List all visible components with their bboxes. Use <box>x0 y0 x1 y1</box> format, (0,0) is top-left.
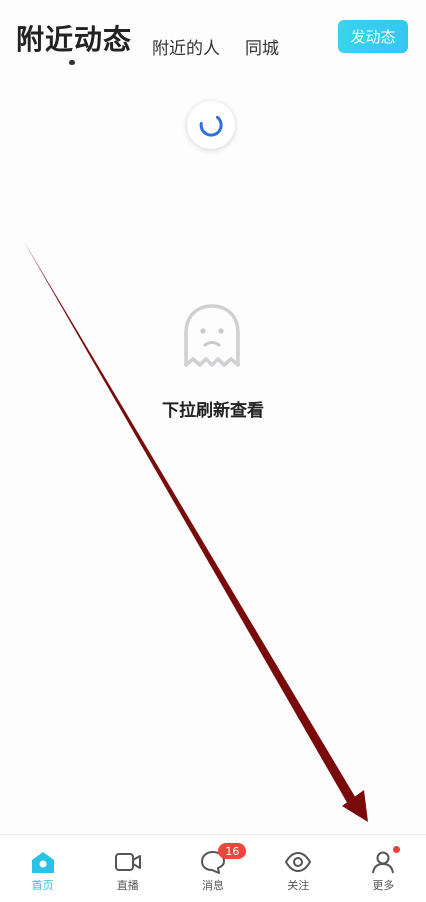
nav-label-follow: 关注 <box>287 879 310 892</box>
loading-spinner <box>187 101 235 149</box>
nav-label-messages: 消息 <box>202 879 224 892</box>
eye-icon <box>285 851 312 873</box>
header: 附近动态 附近的人 同城 发动态 <box>0 0 426 80</box>
video-camera-icon <box>114 853 141 871</box>
spinner-icon <box>199 115 223 137</box>
notification-dot <box>392 846 400 853</box>
tab-nearby-people[interactable]: 附近的人 <box>152 34 220 59</box>
nav-label-more: 更多 <box>372 879 395 892</box>
nav-item-follow[interactable]: 关注 <box>256 835 341 902</box>
nav-item-messages[interactable]: 16 消息 <box>170 835 255 902</box>
ghost-icon <box>184 304 240 367</box>
post-button[interactable]: 发动态 <box>338 20 408 53</box>
nav-item-live[interactable]: 直播 <box>85 835 170 902</box>
bottom-nav: 首页 直播 16 消息 关注 更多 <box>0 834 426 902</box>
user-icon <box>372 851 395 874</box>
nav-item-home[interactable]: 首页 <box>0 835 85 902</box>
tab-same-city[interactable]: 同城 <box>245 34 279 59</box>
nav-item-more[interactable]: 更多 <box>341 835 426 902</box>
nav-label-home: 首页 <box>31 879 54 892</box>
active-tab-indicator <box>69 60 75 65</box>
empty-state-message: 下拉刷新查看 <box>162 401 264 421</box>
tab-nearby-feed[interactable]: 附近动态 <box>16 18 132 58</box>
nav-label-live: 直播 <box>116 879 139 892</box>
nearby-feed-screen: 附近动态 附近的人 同城 发动态 下拉刷新查看 首页 直播 16 消息 关注 更… <box>0 0 426 902</box>
unread-badge: 16 <box>218 843 247 859</box>
home-icon <box>31 852 54 873</box>
